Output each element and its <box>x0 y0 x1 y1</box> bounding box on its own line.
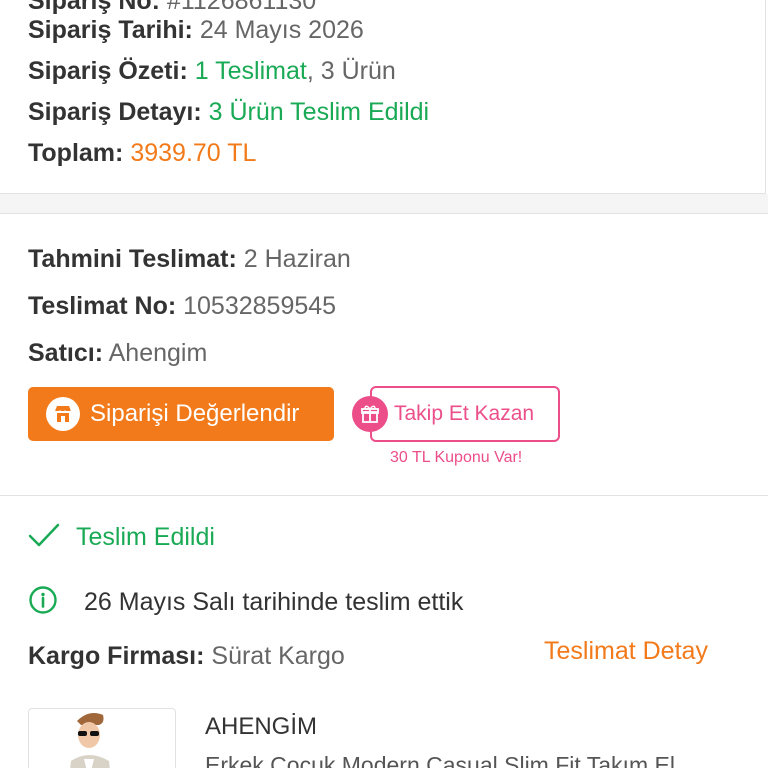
check-icon <box>28 522 60 553</box>
rate-order-label: Siparişi Değerlendir <box>90 400 300 427</box>
cargo-company-value: Sürat Kargo <box>211 642 345 670</box>
order-detail-label: Sipariş Detayı: <box>28 98 202 126</box>
delivery-status: Teslim Edildi <box>28 522 215 553</box>
info-circle-icon <box>28 585 58 620</box>
order-date-value: 24 Mayıs 2026 <box>199 16 364 44</box>
order-date-label: Sipariş Tarihi: <box>28 16 193 44</box>
order-total-value: 3939.70 TL <box>130 139 257 167</box>
order-detail-row: Sipariş Detayı: 3 Ürün Teslim Edildi <box>28 97 429 127</box>
seller-row: Satıcı: Ahengim <box>28 338 207 368</box>
delivery-number-label: Teslimat No: <box>28 292 177 320</box>
order-total-label: Toplam: <box>28 139 124 167</box>
order-summary-items: 3 Ürün <box>320 57 396 85</box>
order-number-label: Sipariş No: <box>28 0 160 15</box>
delivery-number-row: Teslimat No: 10532859545 <box>28 291 336 321</box>
order-summary-separator: , <box>306 57 321 85</box>
coupon-note: 30 TL Kuponu Var! <box>390 449 523 466</box>
divider <box>0 495 768 496</box>
follow-earn-button[interactable]: Takip Et Kazan <box>370 386 560 442</box>
order-date-row: Sipariş Tarihi: 24 Mayıs 2026 <box>28 15 364 45</box>
follow-earn-label: Takip Et Kazan <box>394 402 535 425</box>
estimated-delivery-label: Tahmini Teslimat: <box>28 245 237 273</box>
delivery-info: 26 Mayıs Salı tarihinde teslim ettik <box>28 585 463 620</box>
cargo-company-label: Kargo Firması: <box>28 642 205 670</box>
order-number-value: #1126861130 <box>166 0 317 15</box>
delivery-info-text: 26 Mayıs Salı tarihinde teslim ettik <box>84 588 464 616</box>
seller-label: Satıcı: <box>28 339 104 367</box>
estimated-delivery-value: 2 Haziran <box>243 245 351 273</box>
delivery-status-text: Teslim Edildi <box>76 523 215 551</box>
store-icon <box>46 397 80 431</box>
seller-value: Ahengim <box>108 339 208 367</box>
order-summary-row: Sipariş Özeti: 1 Teslimat, 3 Ürün <box>28 56 396 86</box>
gift-icon <box>352 396 388 432</box>
product-image[interactable] <box>28 708 176 768</box>
delivery-detail-link[interactable]: Teslimat Detay <box>544 637 708 666</box>
delivery-number-value: 10532859545 <box>183 292 337 320</box>
estimated-delivery-row: Tahmini Teslimat: 2 Haziran <box>28 244 351 274</box>
product-name[interactable]: Erkek Çocuk Modern Casual Slim Fit Takım… <box>205 752 694 768</box>
rate-order-button[interactable]: Siparişi Değerlendir <box>28 387 334 441</box>
order-number-row: Sipariş No: #1126861130 <box>28 0 316 16</box>
order-summary-label: Sipariş Özeti: <box>28 57 188 85</box>
section-separator <box>0 194 768 214</box>
order-total-row: Toplam: 3939.70 TL <box>28 138 256 168</box>
order-summary-deliveries: 1 Teslimat <box>194 57 307 85</box>
product-seller: AHENGİM <box>205 713 318 740</box>
cargo-company-row: Kargo Firması: Sürat Kargo <box>28 641 345 671</box>
order-detail-value: 3 Ürün Teslim Edildi <box>208 98 430 126</box>
